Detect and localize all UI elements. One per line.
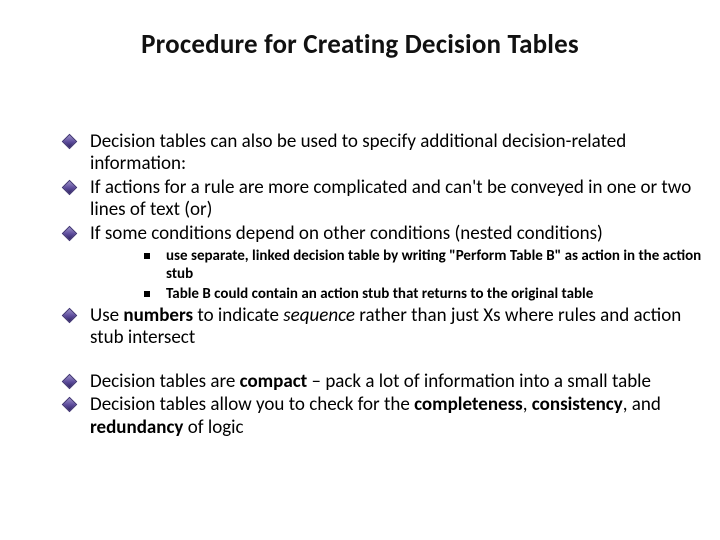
bullet-text-fragment: , and (623, 393, 661, 416)
bullet-text-fragment: Use (90, 304, 123, 327)
sub-bullet-text: Table B could contain an action stub tha… (166, 285, 593, 303)
bullet-list: Decision tables can also be used to spec… (6, 131, 714, 350)
bullet-item: Decision tables allow you to check for t… (64, 394, 708, 439)
bullet-text-bold: numbers (123, 304, 193, 327)
slide: Procedure for Creating Decision Tables D… (0, 0, 720, 540)
bullet-text-bold: completeness (414, 393, 523, 416)
sub-bullet-item: use separate, linked decision table by w… (144, 247, 708, 284)
bullet-item: If some conditions depend on other condi… (64, 223, 708, 303)
bullet-text-fragment: Decision tables are (90, 370, 240, 393)
bullet-text: If actions for a rule are more complicat… (90, 176, 691, 221)
bullet-text-fragment: – pack a lot of information into a small… (307, 370, 651, 393)
slide-title: Procedure for Creating Decision Tables (6, 28, 714, 61)
bullet-text: If some conditions depend on other condi… (90, 222, 603, 245)
sub-bullet-item: Table B could contain an action stub tha… (144, 285, 708, 303)
bullet-text: Decision tables can also be used to spec… (90, 130, 626, 175)
sub-bullet-list: use separate, linked decision table by w… (90, 247, 708, 303)
bullet-text-bold: redundancy (90, 416, 183, 439)
bullet-item: Decision tables are compact – pack a lot… (64, 371, 708, 393)
bullet-text-fragment: of logic (183, 416, 243, 439)
bullet-text-fragment: , (523, 393, 532, 416)
bullet-text-fragment: to indicate (193, 304, 283, 327)
spacer (6, 351, 714, 371)
bullet-item: Decision tables can also be used to spec… (64, 131, 708, 176)
sub-bullet-text: use separate, linked decision table by w… (166, 247, 701, 283)
bullet-text-bold: consistency (532, 393, 623, 416)
bullet-text-italic: sequence (283, 304, 355, 327)
bullet-text-bold: compact (240, 370, 308, 393)
bullet-item: Use numbers to indicate sequence rather … (64, 305, 708, 350)
bullet-item: If actions for a rule are more complicat… (64, 177, 708, 222)
bullet-list: Decision tables are compact – pack a lot… (6, 371, 714, 439)
bullet-text-fragment: Decision tables allow you to check for t… (90, 393, 414, 416)
